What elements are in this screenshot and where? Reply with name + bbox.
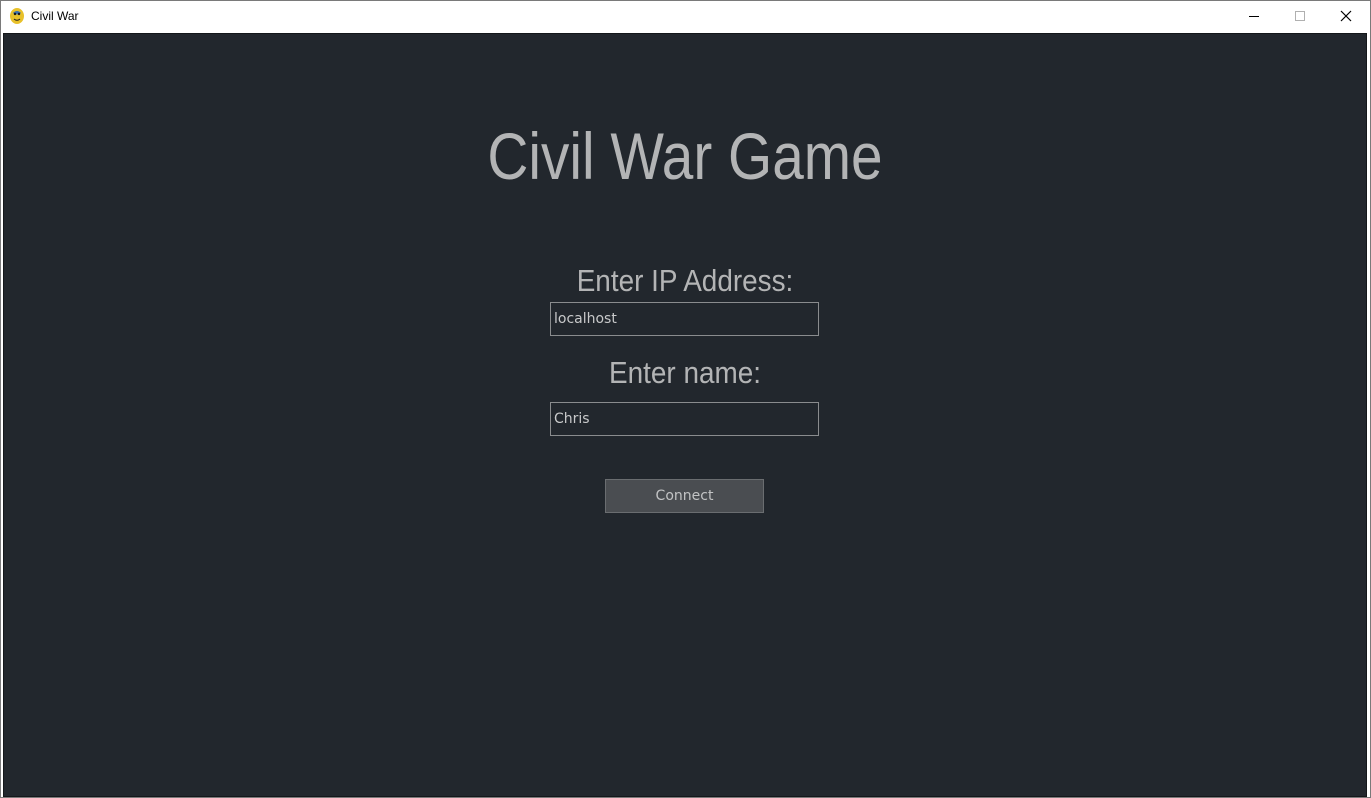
ip-address-label: Enter IP Address: xyxy=(576,263,794,298)
app-window: Civil War Civil War Game Enter IP Addres… xyxy=(0,0,1371,798)
name-label: Enter name: xyxy=(609,355,761,390)
connect-button[interactable]: Connect xyxy=(605,479,764,513)
game-canvas: Civil War Game Enter IP Address: Enter n… xyxy=(3,33,1367,797)
window-title: Civil War xyxy=(31,9,79,23)
close-icon xyxy=(1340,7,1352,26)
minimize-icon xyxy=(1248,7,1260,26)
maximize-button[interactable] xyxy=(1277,1,1323,31)
name-input[interactable] xyxy=(550,402,819,436)
game-title: Civil War Game xyxy=(487,119,883,193)
ip-address-input[interactable] xyxy=(550,302,819,336)
python-snake-icon xyxy=(9,7,25,25)
minimize-button[interactable] xyxy=(1231,1,1277,31)
title-bar[interactable]: Civil War xyxy=(1,1,1370,31)
maximize-icon xyxy=(1294,7,1306,26)
close-button[interactable] xyxy=(1323,1,1369,31)
